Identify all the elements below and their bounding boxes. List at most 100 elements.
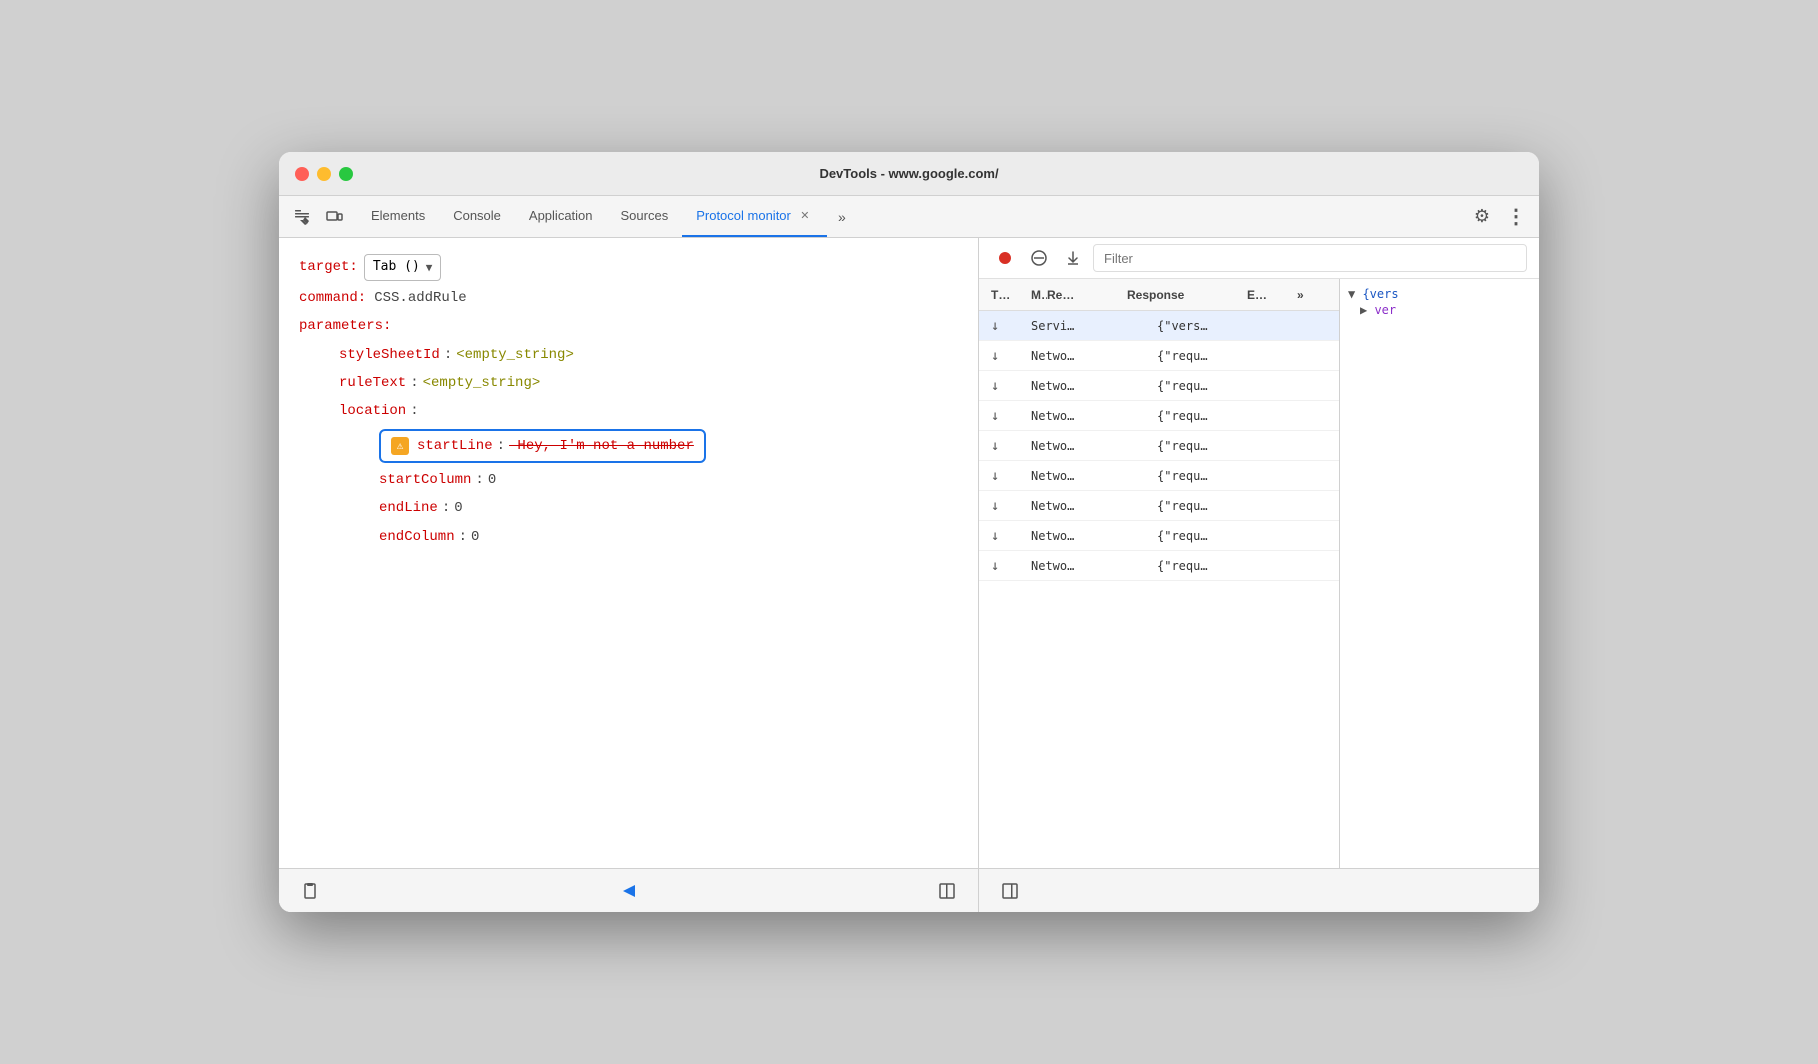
more-tabs-button[interactable]: » xyxy=(827,202,857,232)
clipboard-button[interactable] xyxy=(295,876,325,906)
row-arrow: ↓ xyxy=(991,468,1031,484)
row-response: {"requ… xyxy=(1157,529,1277,543)
tab-elements[interactable]: Elements xyxy=(357,196,439,237)
table-row[interactable]: ↓ Network.re… {"requ… xyxy=(979,551,1339,581)
row-response: {"requ… xyxy=(1157,379,1277,393)
row-method: Network.lo… xyxy=(1031,499,1077,513)
titlebar: DevTools - www.google.com/ xyxy=(279,152,1539,196)
table-row[interactable]: ↓ Network.re… {"requ… xyxy=(979,371,1339,401)
startline-warning-line: ⚠ startLine : Hey, I'm not a number xyxy=(379,429,706,463)
right-bottom-bar xyxy=(979,868,1539,912)
toggle-right-panel-icon xyxy=(1001,882,1019,900)
row-response: {"requ… xyxy=(1157,559,1277,573)
detail-row-2: ▶ ver xyxy=(1348,303,1531,317)
save-button[interactable] xyxy=(1059,244,1087,272)
right-panel-main: T… Method Re… Response E… » ↓ ServiceWo… xyxy=(979,279,1539,868)
window-controls xyxy=(295,167,353,181)
location-line: location : xyxy=(299,400,958,422)
col-header-request: Re… xyxy=(1047,288,1127,302)
row-arrow: ↓ xyxy=(991,408,1031,424)
toolbar-icon-group xyxy=(287,202,349,232)
target-dropdown[interactable]: Tab () ▼ xyxy=(364,254,442,281)
filter-input[interactable] xyxy=(1093,244,1527,272)
target-line: target: Tab () ▼ xyxy=(299,254,958,281)
row-method: Network.re… xyxy=(1031,559,1077,573)
toggle-right-panel-button[interactable] xyxy=(995,876,1025,906)
maximize-button[interactable] xyxy=(339,167,353,181)
record-button[interactable] xyxy=(991,244,1019,272)
warning-icon: ⚠ xyxy=(391,437,409,455)
col-header-response: Response xyxy=(1127,288,1247,302)
tab-protocol-monitor[interactable]: Protocol monitor ✕ xyxy=(682,196,827,237)
endline-line: endLine : 0 xyxy=(299,497,958,519)
table-row[interactable]: ↓ Network.re… {"requ… xyxy=(979,521,1339,551)
row-arrow: ↓ xyxy=(991,348,1031,364)
clear-button[interactable] xyxy=(1025,244,1053,272)
clear-icon xyxy=(1031,250,1047,266)
tab-console[interactable]: Console xyxy=(439,196,515,237)
minimize-button[interactable] xyxy=(317,167,331,181)
row-method: ServiceWo… xyxy=(1031,319,1077,333)
row-arrow: ↓ xyxy=(991,498,1031,514)
table-row[interactable]: ↓ Network.re… {"requ… xyxy=(979,461,1339,491)
tab-bar: Elements Console Application Sources Pro… xyxy=(357,196,857,237)
settings-button[interactable]: ⚙ xyxy=(1467,202,1497,232)
row-response: {"requ… xyxy=(1157,469,1277,483)
command-key: command: xyxy=(299,287,366,309)
target-key: target: xyxy=(299,256,358,278)
col-header-method: Method xyxy=(1031,288,1047,302)
row-method: Network.re… xyxy=(1031,349,1077,363)
row-method: Network.re… xyxy=(1031,379,1077,393)
toolbar-right-controls: ⚙ ⋮ xyxy=(1467,202,1531,232)
close-button[interactable] xyxy=(295,167,309,181)
pm-toolbar xyxy=(979,238,1539,279)
devtools-window: DevTools - www.google.com/ xyxy=(279,152,1539,912)
dropdown-arrow-icon: ▼ xyxy=(426,259,433,277)
toolbar: Elements Console Application Sources Pro… xyxy=(279,196,1539,238)
toggle-panel-icon xyxy=(938,882,956,900)
save-icon xyxy=(1065,250,1081,266)
startline-invalid-value: Hey, I'm not a number xyxy=(509,438,694,454)
row-method: Network.re… xyxy=(1031,469,1077,483)
endcolumn-line: endColumn : 0 xyxy=(299,526,958,548)
device-icon xyxy=(325,208,343,226)
row-arrow: ↓ xyxy=(991,378,1031,394)
row-arrow: ↓ xyxy=(991,438,1031,454)
clipboard-icon xyxy=(301,882,319,900)
tab-application[interactable]: Application xyxy=(515,196,607,237)
command-value: CSS.addRule xyxy=(374,287,466,309)
window-title: DevTools - www.google.com/ xyxy=(819,166,998,181)
table-row[interactable]: ↓ Network.re… {"requ… xyxy=(979,431,1339,461)
toggle-panel-button[interactable] xyxy=(932,876,962,906)
right-detail-panel: ▼ {vers ▶ ver xyxy=(1339,279,1539,868)
tab-sources[interactable]: Sources xyxy=(607,196,683,237)
tab-close-button[interactable]: ✕ xyxy=(797,208,813,224)
send-button[interactable] xyxy=(614,876,644,906)
row-response: {"vers… xyxy=(1157,319,1277,333)
row-arrow: ↓ xyxy=(991,528,1031,544)
left-bottom-bar xyxy=(279,868,978,912)
kebab-menu-button[interactable]: ⋮ xyxy=(1501,202,1531,232)
table-row[interactable]: ↓ Network.re… {"requ… xyxy=(979,401,1339,431)
table-row[interactable]: ↓ ServiceWo… {"vers… xyxy=(979,311,1339,341)
command-editor: target: Tab () ▼ command: CSS.addRule pa… xyxy=(279,238,978,868)
stylesheetid-line: styleSheetId : <empty_string> xyxy=(299,344,958,366)
inspect-icon xyxy=(293,208,311,226)
parameters-line: parameters: xyxy=(299,315,958,337)
pm-table-header: T… Method Re… Response E… » xyxy=(979,279,1339,311)
left-panel: target: Tab () ▼ command: CSS.addRule pa… xyxy=(279,238,979,912)
row-method: Network.re… xyxy=(1031,439,1077,453)
table-row[interactable]: ↓ Network.re… {"requ… xyxy=(979,341,1339,371)
parameters-key: parameters: xyxy=(299,315,391,337)
table-row[interactable]: ↓ Network.lo… {"requ… xyxy=(979,491,1339,521)
pm-table: T… Method Re… Response E… » ↓ ServiceWo… xyxy=(979,279,1339,868)
ruletext-line: ruleText : <empty_string> xyxy=(299,372,958,394)
row-response: {"requ… xyxy=(1157,439,1277,453)
row-arrow: ↓ xyxy=(991,558,1031,574)
row-method: Network.re… xyxy=(1031,409,1077,423)
right-panel: T… Method Re… Response E… » ↓ ServiceWo… xyxy=(979,238,1539,912)
inspect-icon-button[interactable] xyxy=(287,202,317,232)
device-toggle-button[interactable] xyxy=(319,202,349,232)
col-header-extra: E… xyxy=(1247,288,1297,302)
col-header-expand[interactable]: » xyxy=(1297,288,1327,302)
